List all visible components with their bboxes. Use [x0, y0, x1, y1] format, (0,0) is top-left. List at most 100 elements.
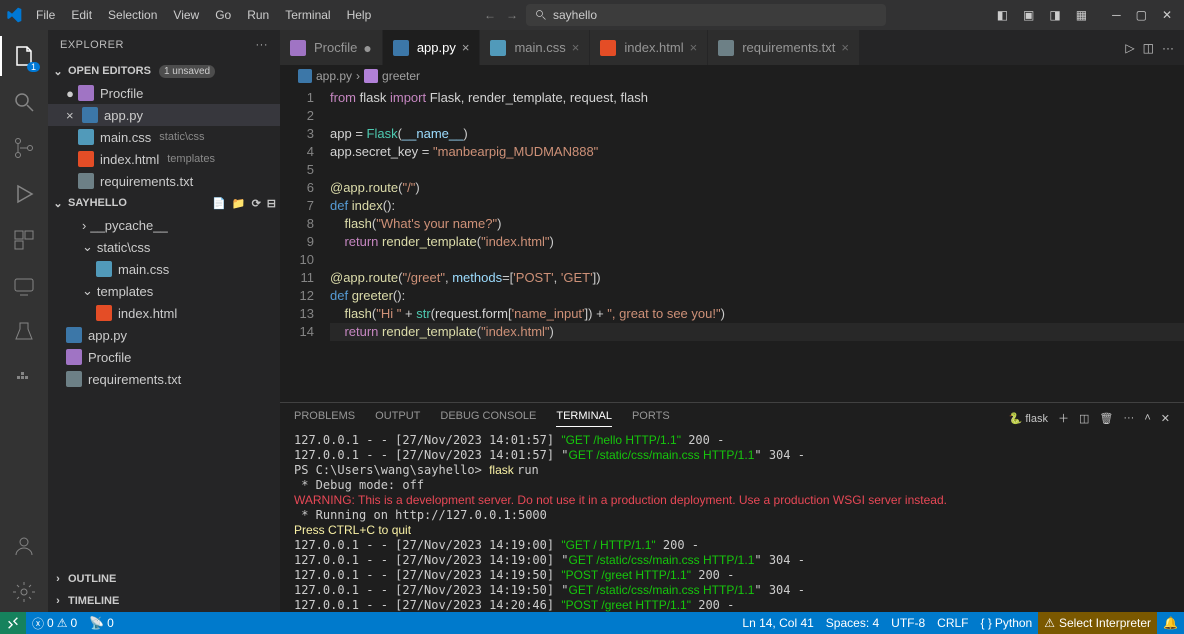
- explorer-more-icon[interactable]: ···: [256, 39, 269, 51]
- status-eol[interactable]: CRLF: [931, 616, 974, 630]
- activity-extensions[interactable]: [0, 220, 48, 260]
- activity-bar: 1: [0, 30, 48, 612]
- window-maximize-icon[interactable]: ▢: [1130, 4, 1153, 26]
- title-bar: FileEditSelectionViewGoRunTerminalHelp ←…: [0, 0, 1184, 30]
- code-editor[interactable]: 1234567891011121314 from flask import Fl…: [280, 87, 1184, 402]
- editor-group: Procfile●app.py×main.css×index.html×requ…: [280, 30, 1184, 612]
- menu-view[interactable]: View: [165, 4, 207, 26]
- activity-testing[interactable]: [0, 312, 48, 352]
- project-header[interactable]: ⌄SAYHELLO 📄 📁 ⟳ ⊟: [48, 192, 280, 214]
- open-editor-item[interactable]: main.cssstatic\css: [48, 126, 280, 148]
- new-folder-icon[interactable]: 📁: [232, 197, 246, 210]
- layout-custom-icon[interactable]: ▦: [1070, 4, 1093, 26]
- refresh-icon[interactable]: ⟳: [252, 197, 261, 210]
- status-notifications[interactable]: 🔔: [1157, 616, 1184, 630]
- editor-tab[interactable]: Procfile●: [280, 30, 383, 65]
- layout-sidebar-right-icon[interactable]: ◨: [1043, 4, 1066, 26]
- status-spaces[interactable]: Spaces: 4: [820, 616, 885, 630]
- split-icon[interactable]: ◫: [1143, 41, 1154, 55]
- panel-tab-terminal[interactable]: TERMINAL: [556, 410, 612, 427]
- open-editor-item[interactable]: requirements.txt: [48, 170, 280, 192]
- nav-back-icon[interactable]: ←: [484, 8, 496, 22]
- new-file-icon[interactable]: 📄: [212, 197, 226, 210]
- command-center[interactable]: sayhello: [526, 4, 886, 26]
- status-lncol[interactable]: Ln 14, Col 41: [736, 616, 819, 630]
- menu-go[interactable]: Go: [207, 4, 239, 26]
- nav-forward-icon[interactable]: →: [506, 8, 518, 22]
- editor-tab[interactable]: main.css×: [480, 30, 590, 65]
- remote-indicator[interactable]: [0, 612, 26, 634]
- menu-edit[interactable]: Edit: [63, 4, 100, 26]
- activity-run-debug[interactable]: [0, 174, 48, 214]
- breadcrumbs[interactable]: app.py › greeter: [280, 65, 1184, 87]
- panel-tab-output[interactable]: OUTPUT: [375, 410, 420, 426]
- editor-tab[interactable]: index.html×: [590, 30, 708, 65]
- panel-tab-ports[interactable]: PORTS: [632, 410, 670, 426]
- editor-tab[interactable]: app.py×: [383, 30, 481, 65]
- menu-file[interactable]: File: [28, 4, 63, 26]
- panel-tab-problems[interactable]: PROBLEMS: [294, 410, 355, 426]
- search-text: sayhello: [553, 8, 597, 22]
- menu-terminal[interactable]: Terminal: [277, 4, 338, 26]
- activity-accounts[interactable]: [0, 526, 48, 566]
- file-item[interactable]: requirements.txt: [48, 368, 280, 390]
- folder-item[interactable]: ›__pycache__: [48, 214, 280, 236]
- close-icon[interactable]: ×: [572, 40, 580, 55]
- open-editor-item[interactable]: index.htmltemplates: [48, 148, 280, 170]
- vscode-logo-icon: [6, 7, 22, 23]
- editor-tab[interactable]: requirements.txt×: [708, 30, 860, 65]
- terminal-add-icon[interactable]: ＋: [1058, 410, 1069, 426]
- activity-settings[interactable]: [0, 572, 48, 612]
- status-interpreter-warning[interactable]: ⚠ Select Interpreter: [1038, 612, 1157, 634]
- status-ports[interactable]: 📡 0: [83, 616, 120, 630]
- status-problems[interactable]: ⓧ 0 ⚠ 0: [26, 615, 83, 632]
- close-icon[interactable]: ×: [66, 108, 78, 123]
- activity-source-control[interactable]: [0, 128, 48, 168]
- menu-help[interactable]: Help: [339, 4, 380, 26]
- explorer-title: EXPLORER: [60, 39, 124, 51]
- window-minimize-icon[interactable]: ─: [1106, 4, 1127, 26]
- layout-panel-icon[interactable]: ▣: [1017, 4, 1040, 26]
- menu-run[interactable]: Run: [239, 4, 277, 26]
- terminal-shell-label[interactable]: 🐍 flask: [1009, 412, 1048, 425]
- open-editors-header[interactable]: ⌄OPEN EDITORS 1 unsaved: [48, 60, 280, 82]
- close-icon[interactable]: ×: [841, 40, 849, 55]
- window-close-icon[interactable]: ✕: [1156, 4, 1178, 26]
- folder-item[interactable]: ⌄templates: [48, 280, 280, 302]
- open-editor-item[interactable]: ●Procfile: [48, 82, 280, 104]
- terminal-more-icon[interactable]: ···: [1123, 412, 1134, 424]
- activity-docker[interactable]: [0, 358, 48, 398]
- file-item[interactable]: index.html: [48, 302, 280, 324]
- activity-search[interactable]: [0, 82, 48, 122]
- terminal-output[interactable]: 127.0.0.1 - - [27/Nov/2023 14:01:57] "GE…: [280, 433, 1184, 612]
- collapse-icon[interactable]: ⊟: [267, 197, 276, 210]
- panel-tab-debug-console[interactable]: DEBUG CONSOLE: [440, 410, 536, 426]
- search-icon: [535, 9, 547, 21]
- status-language[interactable]: { } Python: [975, 616, 1039, 630]
- file-item[interactable]: main.css: [48, 258, 280, 280]
- folder-item[interactable]: ⌄static\css: [48, 236, 280, 258]
- menu-selection[interactable]: Selection: [100, 4, 165, 26]
- more-icon[interactable]: ···: [1162, 41, 1174, 55]
- layout-sidebar-left-icon[interactable]: ◧: [991, 4, 1014, 26]
- close-icon[interactable]: ×: [462, 40, 470, 55]
- activity-remote[interactable]: [0, 266, 48, 306]
- bottom-panel: PROBLEMS OUTPUT DEBUG CONSOLE TERMINAL PORTS…: [280, 402, 1184, 612]
- activity-explorer[interactable]: 1: [0, 36, 48, 76]
- python-icon: [298, 69, 312, 83]
- tabs-container: Procfile●app.py×main.css×index.html×requ…: [280, 30, 1184, 65]
- run-icon[interactable]: ▷: [1125, 41, 1134, 55]
- terminal-trash-icon[interactable]: 🗑: [1099, 412, 1113, 425]
- status-encoding[interactable]: UTF-8: [885, 616, 931, 630]
- terminal-split-icon[interactable]: ◫: [1079, 412, 1089, 425]
- timeline-header[interactable]: ›TIMELINE: [48, 590, 280, 612]
- file-item[interactable]: Procfile: [48, 346, 280, 368]
- panel-chevron-up-icon[interactable]: ˄: [1144, 412, 1150, 424]
- modified-dot-icon[interactable]: ●: [363, 40, 371, 56]
- file-item[interactable]: app.py: [48, 324, 280, 346]
- panel-close-icon[interactable]: ✕: [1161, 412, 1170, 425]
- outline-header[interactable]: ›OUTLINE: [48, 568, 280, 590]
- close-icon[interactable]: ×: [690, 40, 698, 55]
- open-editor-item[interactable]: ×app.py: [48, 104, 280, 126]
- chevron-icon: ⌄: [82, 239, 93, 255]
